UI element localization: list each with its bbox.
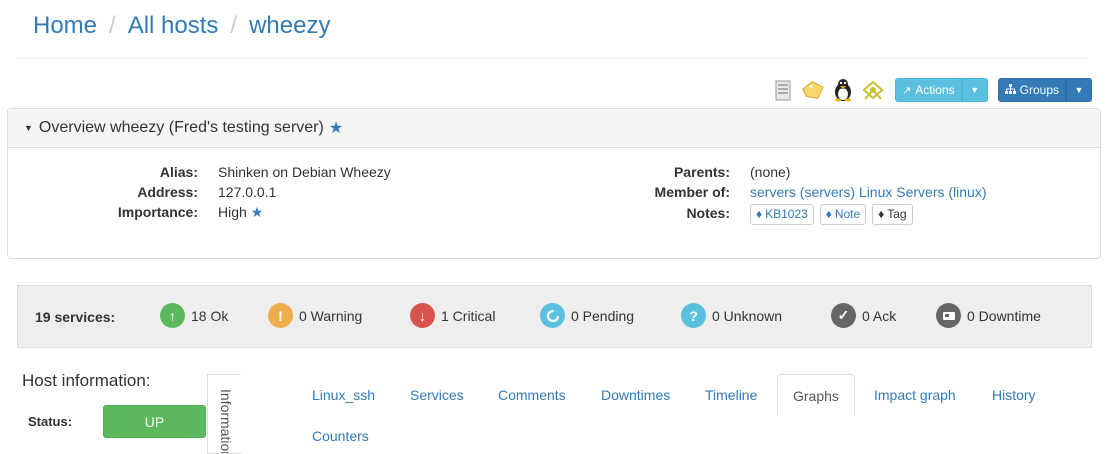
services-summary: 19 services: ↑ 18 Ok ! 0 Warning ↓ 1 Cri… xyxy=(17,285,1092,348)
note-label: Note xyxy=(834,207,861,221)
services-pending[interactable]: 0 Pending xyxy=(540,303,634,328)
member-of-label: Member of: xyxy=(654,184,730,200)
services-ack-label: 0 Ack xyxy=(862,307,897,324)
note-label: KB1023 xyxy=(765,207,808,221)
tag-icon: ♦ xyxy=(756,207,763,221)
services-warning-label: 0 Warning xyxy=(299,307,363,324)
groups-button[interactable]: Groups xyxy=(997,78,1066,102)
breadcrumb-current-host[interactable]: wheezy xyxy=(249,12,330,39)
tab-information[interactable]: Information xyxy=(207,374,241,454)
host-toolbar: ↗ Actions ▼ Groups ▼ xyxy=(771,78,1092,102)
actions-dropdown: ↗ Actions ▼ xyxy=(895,78,988,102)
services-ok[interactable]: ↑ 18 Ok xyxy=(160,303,228,328)
tab-information-label: Information xyxy=(218,389,234,454)
services-unknown[interactable]: ? 0 Unknown xyxy=(681,303,782,328)
services-ack[interactable]: ✓ 0 Ack xyxy=(831,303,896,328)
note-label: Tag xyxy=(887,207,907,221)
tab-services[interactable]: Services xyxy=(410,387,464,403)
services-downtime-label: 0 Downtime xyxy=(967,307,1041,324)
note-tag-button[interactable]: ♦ Tag xyxy=(872,203,913,225)
notes-value: ♦ KB1023 ♦ Note ♦ Tag xyxy=(730,203,915,225)
services-ok-label: 18 Ok xyxy=(191,307,229,324)
tab-downtimes[interactable]: Downtimes xyxy=(601,387,670,403)
groups-dropdown: Groups ▼ xyxy=(997,78,1092,102)
arrow-up-icon: ↑ xyxy=(160,303,185,328)
breadcrumb-all-hosts[interactable]: All hosts xyxy=(128,12,219,39)
caret-down-icon: ▼ xyxy=(1074,85,1084,95)
arrow-down-icon: ↓ xyxy=(410,303,435,328)
note-note-button[interactable]: ♦ Note xyxy=(819,203,867,225)
tab-impact-graph[interactable]: Impact graph xyxy=(874,387,956,403)
breadcrumb-separator: / xyxy=(109,12,116,39)
services-critical[interactable]: ↓ 1 Critical xyxy=(410,303,495,328)
overview-heading[interactable]: ▼ Overview wheezy (Fred's testing server… xyxy=(8,109,1100,148)
check-icon: ✓ xyxy=(831,303,856,328)
note-kb1023-button[interactable]: ♦ KB1023 xyxy=(750,203,814,225)
tab-history[interactable]: History xyxy=(992,387,1036,403)
tab-linux-ssh[interactable]: Linux_ssh xyxy=(312,387,375,403)
breadcrumb-separator: / xyxy=(230,12,238,39)
services-unknown-label: 0 Unknown xyxy=(712,307,783,324)
server-icon xyxy=(771,78,795,102)
actions-caret-button[interactable]: ▼ xyxy=(961,78,988,102)
services-pending-label: 0 Pending xyxy=(571,307,635,324)
tab-graphs[interactable]: Graphs xyxy=(777,374,855,416)
actions-button[interactable]: ↗ Actions xyxy=(895,78,962,102)
services-count: 19 services: xyxy=(35,308,116,325)
tab-timeline[interactable]: Timeline xyxy=(705,387,757,403)
parents-label: Parents: xyxy=(673,164,730,180)
groups-caret-button[interactable]: ▼ xyxy=(1066,78,1092,102)
services-critical-label: 1 Critical xyxy=(441,307,496,324)
member-group-link[interactable]: Linux Servers (linux) xyxy=(859,184,987,200)
exclamation-icon: ! xyxy=(268,303,293,328)
plugin-icon xyxy=(861,78,885,102)
host-details-right: Parents: (none) Member of: servers (server… xyxy=(8,162,987,225)
member-group-link[interactable]: servers (servers) xyxy=(750,184,855,200)
tag-icon xyxy=(801,78,825,102)
star-icon: ★ xyxy=(328,120,344,137)
caret-down-icon: ▼ xyxy=(970,85,980,95)
tab-counters[interactable]: Counters xyxy=(312,428,369,444)
downtime-icon xyxy=(936,303,961,328)
status-label: Status: xyxy=(28,414,73,429)
overview-panel: ▼ Overview wheezy (Fred's testing server… xyxy=(7,108,1101,259)
breadcrumb-home[interactable]: Home xyxy=(33,12,97,39)
linux-penguin-icon xyxy=(831,78,855,102)
breadcrumb: Home / All hosts / wheezy xyxy=(33,12,330,40)
actions-label: Actions xyxy=(915,83,955,97)
question-icon: ? xyxy=(681,303,706,328)
host-information-title: Host information: xyxy=(22,371,151,390)
pending-icon xyxy=(540,303,565,328)
status-value: UP xyxy=(144,413,165,430)
notes-label: Notes: xyxy=(686,205,730,221)
external-link-icon: ↗ xyxy=(902,84,912,97)
services-downtime[interactable]: 0 Downtime xyxy=(936,303,1041,328)
tag-icon: ♦ xyxy=(878,207,885,221)
caret-down-icon: ▼ xyxy=(24,123,33,133)
status-up-button[interactable]: UP xyxy=(103,405,206,438)
services-warning[interactable]: ! 0 Warning xyxy=(268,303,362,328)
parents-value: (none) xyxy=(750,164,791,180)
member-of-value: servers (servers) Linux Servers (linux) xyxy=(730,182,987,202)
sitemap-icon xyxy=(1004,83,1016,97)
tag-icon: ♦ xyxy=(825,207,832,221)
tab-comments[interactable]: Comments xyxy=(498,387,566,403)
divider xyxy=(17,58,1089,59)
groups-label: Groups xyxy=(1019,83,1059,97)
overview-title: Overview wheezy (Fred's testing server) xyxy=(38,119,324,136)
